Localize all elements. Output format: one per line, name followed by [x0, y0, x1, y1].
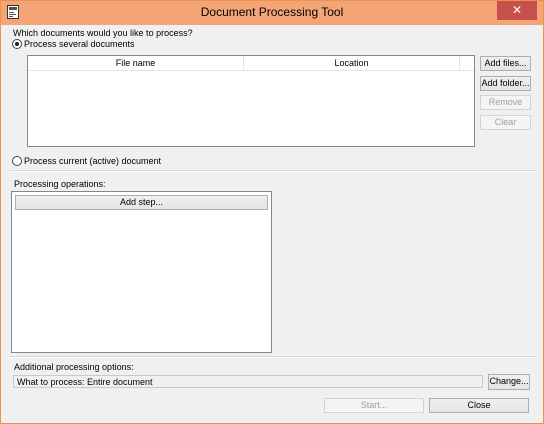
process-several-label[interactable]: Process several documents: [24, 39, 135, 50]
documents-question-label: Which documents would you like to proces…: [13, 28, 193, 38]
documents-list[interactable]: File name Location: [27, 55, 475, 147]
add-files-button[interactable]: Add files...: [480, 56, 531, 71]
processing-operations-label: Processing operations:: [14, 179, 106, 189]
process-current-radio[interactable]: [12, 156, 22, 166]
start-button[interactable]: Start...: [324, 398, 424, 413]
remove-button[interactable]: Remove: [480, 95, 531, 110]
separator-bottom: [9, 356, 536, 358]
column-header-file-name[interactable]: File name: [28, 56, 244, 71]
column-header-filler: [460, 56, 474, 71]
main-window: Document Processing Tool ✕ Which documen…: [0, 0, 544, 424]
column-header-location[interactable]: Location: [244, 56, 460, 71]
close-icon: ✕: [511, 3, 523, 17]
what-to-process-field: What to process: Entire document: [13, 375, 483, 388]
title-bar[interactable]: Document Processing Tool ✕: [1, 1, 543, 25]
window-title: Document Processing Tool: [200, 5, 344, 19]
processing-steps-list[interactable]: Add step...: [11, 191, 272, 353]
clear-button[interactable]: Clear: [480, 115, 531, 130]
add-folder-button[interactable]: Add folder...: [480, 76, 531, 91]
process-current-label[interactable]: Process current (active) document: [24, 156, 161, 167]
add-step-button[interactable]: Add step...: [15, 195, 268, 210]
change-button[interactable]: Change...: [488, 374, 530, 390]
separator-top: [9, 170, 536, 172]
process-several-radio[interactable]: [12, 39, 22, 49]
close-window-button[interactable]: ✕: [497, 1, 537, 20]
close-button[interactable]: Close: [429, 398, 529, 413]
additional-options-label: Additional processing options:: [14, 362, 134, 372]
